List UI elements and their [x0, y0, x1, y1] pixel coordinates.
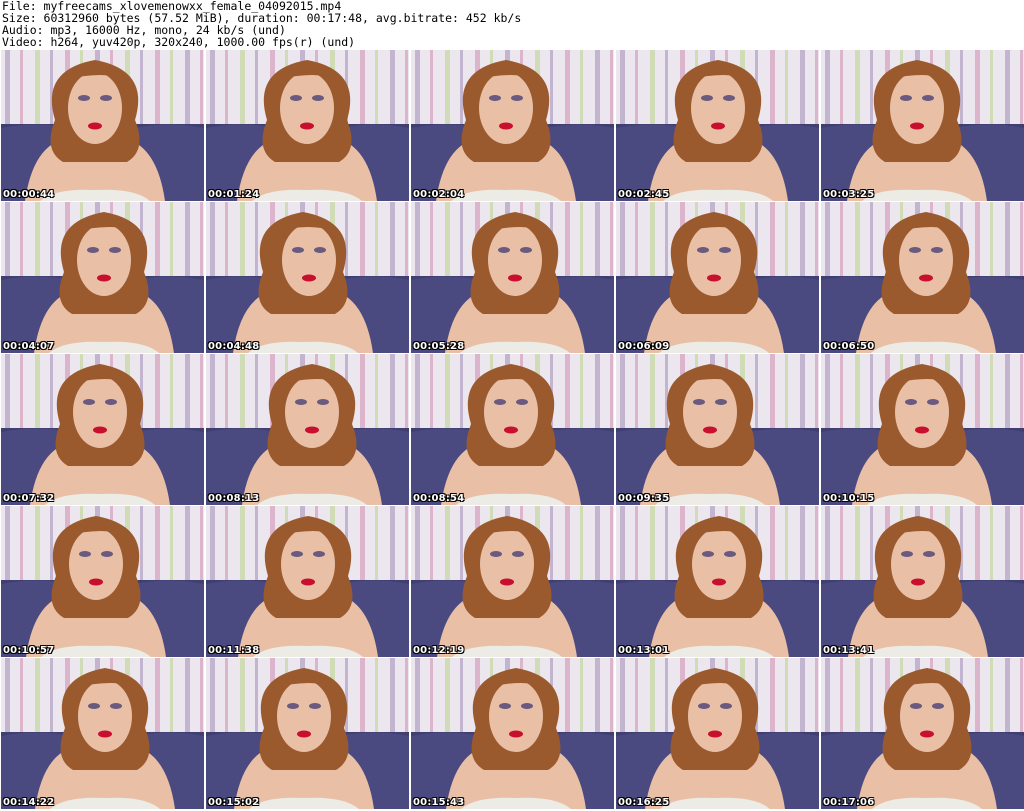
frame-image — [821, 658, 1024, 809]
frame-timestamp: 00:09:35 — [618, 493, 670, 504]
frame-image — [821, 354, 1024, 505]
frame-image — [411, 658, 614, 809]
video-frame-thumbnail[interactable]: 00:00:44 — [1, 50, 204, 201]
frame-timestamp: 00:06:09 — [618, 341, 670, 352]
frame-image — [616, 354, 819, 505]
frame-timestamp: 00:08:13 — [208, 493, 260, 504]
video-frame-thumbnail[interactable]: 00:08:13 — [206, 354, 409, 505]
video-frame-thumbnail[interactable]: 00:04:48 — [206, 202, 409, 353]
video-frame-thumbnail[interactable]: 00:05:28 — [411, 202, 614, 353]
frame-timestamp: 00:17:06 — [823, 797, 875, 808]
video-frame-thumbnail[interactable]: 00:07:32 — [1, 354, 204, 505]
frame-timestamp: 00:04:07 — [3, 341, 55, 352]
frame-timestamp: 00:00:44 — [3, 189, 55, 200]
frame-timestamp: 00:15:02 — [208, 797, 260, 808]
frame-image — [411, 202, 614, 353]
frame-image — [411, 506, 614, 657]
frame-timestamp: 00:16:25 — [618, 797, 670, 808]
frame-timestamp: 00:11:38 — [208, 645, 260, 656]
frame-timestamp: 00:03:25 — [823, 189, 875, 200]
frame-image — [206, 354, 409, 505]
frame-image — [616, 50, 819, 201]
frame-timestamp: 00:05:28 — [413, 341, 465, 352]
video-info-header: File: myfreecams_xlovemenowxx_female_040… — [2, 0, 1022, 48]
frame-image — [616, 658, 819, 809]
video-frame-thumbnail[interactable]: 00:15:02 — [206, 658, 409, 809]
frame-image — [821, 202, 1024, 353]
video-frame-thumbnail[interactable]: 00:16:25 — [616, 658, 819, 809]
video-frame-thumbnail[interactable]: 00:13:41 — [821, 506, 1024, 657]
frame-timestamp: 00:01:24 — [208, 189, 260, 200]
frame-timestamp: 00:06:50 — [823, 341, 875, 352]
video-frame-thumbnail[interactable]: 00:13:01 — [616, 506, 819, 657]
frame-timestamp: 00:02:04 — [413, 189, 465, 200]
video-frame-thumbnail[interactable]: 00:15:43 — [411, 658, 614, 809]
video-info-line: Video: h264, yuv420p, 320x240, 1000.00 f… — [2, 35, 356, 49]
frame-image — [1, 202, 204, 353]
frame-timestamp: 00:13:01 — [618, 645, 670, 656]
frame-image — [411, 354, 614, 505]
frame-timestamp: 00:10:57 — [3, 645, 55, 656]
frame-timestamp: 00:10:15 — [823, 493, 875, 504]
frame-image — [206, 506, 409, 657]
frame-timestamp: 00:12:19 — [413, 645, 465, 656]
video-frame-thumbnail[interactable]: 00:03:25 — [821, 50, 1024, 201]
video-frame-thumbnail[interactable]: 00:01:24 — [206, 50, 409, 201]
frame-image — [821, 50, 1024, 201]
frame-timestamp: 00:02:45 — [618, 189, 670, 200]
video-frame-thumbnail[interactable]: 00:08:54 — [411, 354, 614, 505]
video-frame-thumbnail[interactable]: 00:02:45 — [616, 50, 819, 201]
frame-image — [616, 506, 819, 657]
frame-timestamp: 00:15:43 — [413, 797, 465, 808]
video-frame-thumbnail[interactable]: 00:04:07 — [1, 202, 204, 353]
frame-image — [1, 50, 204, 201]
video-frame-thumbnail[interactable]: 00:06:09 — [616, 202, 819, 353]
frame-image — [206, 658, 409, 809]
frame-timestamp: 00:14:22 — [3, 797, 55, 808]
frame-timestamp: 00:04:48 — [208, 341, 260, 352]
frame-image — [1, 658, 204, 809]
frame-timestamp: 00:07:32 — [3, 493, 55, 504]
frame-image — [821, 506, 1024, 657]
frame-image — [206, 202, 409, 353]
thumbnail-grid: 00:00:44 00:01:24 00:02:04 00:02:45 00:0… — [0, 50, 1024, 811]
video-frame-thumbnail[interactable]: 00:09:35 — [616, 354, 819, 505]
video-frame-thumbnail[interactable]: 00:11:38 — [206, 506, 409, 657]
frame-image — [616, 202, 819, 353]
video-frame-thumbnail[interactable]: 00:02:04 — [411, 50, 614, 201]
video-frame-thumbnail[interactable]: 00:17:06 — [821, 658, 1024, 809]
frame-image — [206, 50, 409, 201]
frame-image — [1, 354, 204, 505]
video-frame-thumbnail[interactable]: 00:10:15 — [821, 354, 1024, 505]
frame-image — [411, 50, 614, 201]
frame-timestamp: 00:08:54 — [413, 493, 465, 504]
frame-timestamp: 00:13:41 — [823, 645, 875, 656]
frame-image — [1, 506, 204, 657]
video-frame-thumbnail[interactable]: 00:12:19 — [411, 506, 614, 657]
video-frame-thumbnail[interactable]: 00:14:22 — [1, 658, 204, 809]
video-frame-thumbnail[interactable]: 00:10:57 — [1, 506, 204, 657]
video-frame-thumbnail[interactable]: 00:06:50 — [821, 202, 1024, 353]
